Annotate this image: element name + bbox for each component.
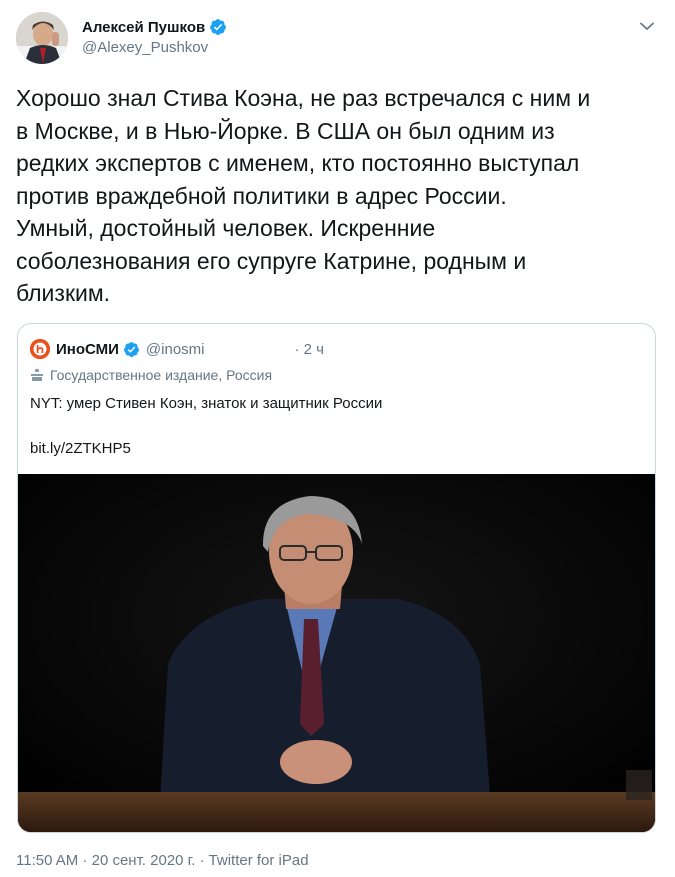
quoted-display-name[interactable]: ИноСМИ <box>56 341 119 358</box>
tweet-source[interactable]: Twitter for iPad <box>195 852 309 869</box>
verified-badge-icon <box>210 19 227 35</box>
tweet-footer: 11:50 AM 20 сент. 2020 г. Twitter for iP… <box>16 852 309 869</box>
inosmi-avatar[interactable] <box>30 339 50 359</box>
author-handle[interactable]: @Alexey_Pushkov <box>82 39 208 56</box>
tweet-time[interactable]: 11:50 AM <box>16 852 78 869</box>
tweet-text: Хорошо знал Стива Коэна, не раз встречал… <box>16 85 591 306</box>
author-avatar[interactable] <box>16 12 68 64</box>
state-media-label[interactable]: Государственное издание, Россия <box>30 367 272 383</box>
author-display-name[interactable]: Алексей Пушков <box>82 19 205 36</box>
quoted-handle[interactable]: @inosmi <box>146 341 205 358</box>
quoted-tweet-header: ИноСМИ @inosmi · 2 ч <box>30 338 324 360</box>
author-name-row: Алексей Пушков <box>82 18 227 36</box>
chevron-down-icon[interactable] <box>635 14 659 38</box>
state-media-label-text: Государственное издание, Россия <box>50 367 273 383</box>
quoted-tweet-text: NYT: умер Стивен Коэн, знаток и защитник… <box>30 395 383 412</box>
tweet-date[interactable]: 20 сент. 2020 г. <box>78 852 196 869</box>
quoted-tweet-link[interactable]: bit.ly/2ZTKHP5 <box>30 440 131 457</box>
quoted-timestamp[interactable]: · 2 ч <box>295 341 325 358</box>
verified-badge-icon <box>123 341 139 357</box>
state-media-podium-icon <box>31 369 43 381</box>
tweet-header: Алексей Пушков @Alexey_Pushkov <box>16 12 659 64</box>
quoted-tweet-card[interactable]: ИноСМИ @inosmi · 2 ч Государственное изд… <box>17 323 656 833</box>
quoted-tweet-photo[interactable] <box>18 474 655 832</box>
